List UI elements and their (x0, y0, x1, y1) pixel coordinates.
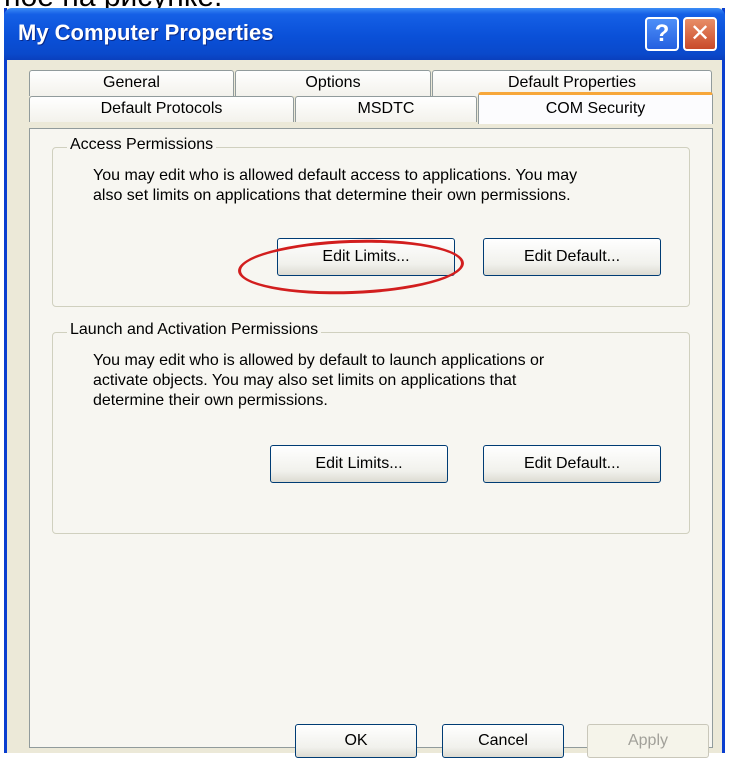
launch-description-line1: You may edit who is allowed by default t… (93, 352, 545, 369)
cancel-button[interactable]: Cancel (442, 724, 564, 758)
com-security-panel: Access Permissions You may edit who is a… (29, 128, 713, 748)
tab-options[interactable]: Options (235, 70, 431, 96)
help-icon: ? (654, 20, 670, 47)
launch-edit-default-button[interactable]: Edit Default... (483, 445, 661, 483)
close-button[interactable]: ✕ (683, 17, 717, 51)
access-permissions-description-line1: You may edit who is allowed default acce… (93, 167, 578, 184)
access-permissions-title: Access Permissions (67, 136, 217, 154)
tab-default-protocols[interactable]: Default Protocols (29, 96, 294, 122)
launch-edit-limits-button[interactable]: Edit Limits... (270, 445, 448, 483)
ok-button[interactable]: OK (295, 724, 417, 758)
tab-com-security[interactable]: COM Security (478, 92, 713, 124)
apply-button[interactable]: Apply (587, 724, 709, 758)
properties-dialog: My Computer Properties ? ✕ General Optio… (4, 8, 725, 758)
access-edit-default-button[interactable]: Edit Default... (483, 238, 661, 276)
launch-description-line3: determine their own permissions. (93, 392, 328, 409)
dialog-client-area: General Options Default Properties Defau… (7, 60, 722, 758)
launch-description-line2: activate objects. You may also set limit… (93, 372, 517, 389)
window-title: My Computer Properties (18, 20, 274, 45)
launch-activation-title: Launch and Activation Permissions (67, 321, 322, 339)
help-button[interactable]: ? (645, 17, 679, 51)
tab-general[interactable]: General (29, 70, 234, 96)
tab-msdtc[interactable]: MSDTC (295, 96, 477, 122)
close-icon: ✕ (689, 20, 711, 47)
access-permissions-description-line2: also set limits on applications that det… (93, 187, 571, 204)
launch-activation-group: Launch and Activation Permissions You ma… (52, 321, 690, 534)
title-bar[interactable]: My Computer Properties ? ✕ (4, 8, 725, 60)
